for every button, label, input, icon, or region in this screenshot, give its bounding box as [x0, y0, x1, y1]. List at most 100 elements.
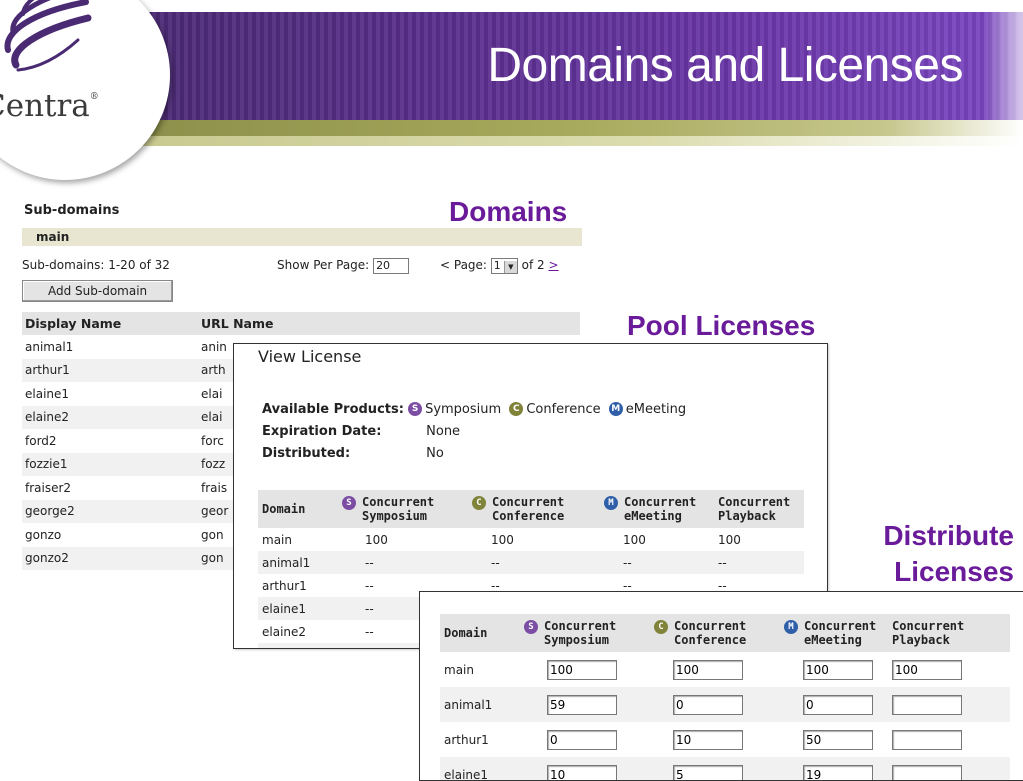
display-name-cell[interactable]: gonzo: [22, 523, 198, 547]
per-page-input[interactable]: 20: [373, 258, 409, 274]
emeeting-input[interactable]: [803, 765, 873, 781]
current-domain-bar: main: [22, 228, 582, 246]
show-per-page-label: Show Per Page:: [277, 258, 369, 272]
add-subdomain-button[interactable]: Add Sub-domain: [22, 280, 173, 302]
expiration-value: None: [426, 424, 460, 439]
display-name-cell[interactable]: arthur1: [22, 359, 198, 383]
product-symposium: Symposium: [425, 402, 501, 417]
playback-input[interactable]: [892, 730, 962, 750]
slide-title: Domains and Licenses: [487, 38, 963, 93]
symposium-input[interactable]: [547, 695, 617, 715]
product-conference: Conference: [526, 402, 600, 417]
header-stripe: [120, 120, 1023, 136]
symposium-input[interactable]: [547, 765, 617, 781]
available-products-label: Available Products:: [262, 399, 404, 421]
page-label: < Page:: [440, 258, 487, 272]
table-header-row: Display Name URL Name: [22, 312, 580, 335]
emeeting-input[interactable]: [803, 695, 873, 715]
pager: Sub-domains: 1-20 of 32 Show Per Page: 2…: [22, 252, 582, 278]
page-of-text: of 2: [522, 258, 545, 272]
c-circle-icon: C: [654, 620, 668, 634]
distribute-license-panel: Domain SConcurrentSymposium CConcurrentC…: [419, 591, 1023, 781]
display-name-cell[interactable]: animal1: [22, 335, 198, 359]
display-name-cell[interactable]: fraiser2: [22, 476, 198, 500]
display-name-cell[interactable]: george2: [22, 500, 198, 524]
display-name-cell[interactable]: fozzie1: [22, 453, 198, 477]
symposium-input[interactable]: [547, 730, 617, 750]
c-circle-icon: C: [472, 496, 486, 510]
col-concurrent-playback: ConcurrentPlayback: [717, 490, 804, 528]
conference-cell: --: [471, 551, 603, 574]
distributed-row: Distributed: No: [262, 443, 686, 465]
product-emeeting: eMeeting: [626, 402, 686, 417]
domain-cell: main: [258, 528, 341, 551]
conference-input[interactable]: [673, 730, 743, 750]
emeeting-input[interactable]: [803, 660, 873, 680]
symposium-cell: --: [341, 551, 471, 574]
playback-input[interactable]: [892, 695, 962, 715]
display-name-cell[interactable]: ford2: [22, 429, 198, 453]
display-name-cell[interactable]: gonzo2: [22, 547, 198, 571]
playback-input[interactable]: [892, 765, 962, 781]
table-header-row: Domain SConcurrentSymposium CConcurrentC…: [440, 614, 1010, 652]
s-circle-icon: S: [342, 496, 356, 510]
show-per-page: Show Per Page: 20: [277, 252, 409, 278]
page-select[interactable]: 1▼: [491, 258, 518, 274]
range-text: Sub-domains: 1-20 of 32: [22, 258, 170, 272]
expiration-row: Expiration Date: None: [262, 421, 686, 443]
centra-logo: Centra®: [0, 0, 170, 180]
license-properties: Available Products: SSymposium CConferen…: [262, 399, 686, 465]
header-stripe-light: [120, 136, 1023, 146]
domain-cell: arthur1: [258, 574, 341, 597]
view-license-title: View License: [258, 347, 361, 366]
distributed-value: No: [426, 446, 444, 461]
conference-input[interactable]: [673, 695, 743, 715]
table-row: animal1 -- -- -- --: [258, 551, 804, 574]
col-domain: Domain: [258, 490, 341, 528]
domain-cell: animal1: [258, 551, 341, 574]
callout-pool-licenses: Pool Licenses: [627, 308, 815, 344]
logo-wordmark: Centra®: [0, 88, 99, 124]
playback-input[interactable]: [892, 660, 962, 680]
page-selector: < Page: 1▼ of 2 >: [440, 252, 559, 278]
display-name-cell[interactable]: elaine1: [22, 382, 198, 406]
subdomains-title: Sub-domains: [24, 198, 582, 218]
domain-cell: arthur1: [440, 722, 523, 757]
callout-distribute-licenses: Distribute Licenses: [883, 518, 1014, 590]
domain-cell: elaine2: [258, 620, 341, 643]
col-concurrent-emeeting: MConcurrenteMeeting: [603, 490, 717, 528]
chevron-down-icon: ▼: [504, 261, 517, 273]
emeeting-cell: 100: [603, 528, 717, 551]
col-domain: Domain: [440, 614, 523, 652]
display-name-cell[interactable]: elaine2: [22, 406, 198, 430]
m-circle-icon: M: [604, 496, 618, 510]
playback-cell: 100: [717, 528, 804, 551]
conference-input[interactable]: [673, 660, 743, 680]
centra-swirl-icon: [0, 0, 98, 85]
callout-distribute-line2: Licenses: [883, 554, 1014, 590]
emeeting-input[interactable]: [803, 730, 873, 750]
distributed-label: Distributed:: [262, 443, 422, 465]
next-page-link[interactable]: >: [548, 258, 558, 272]
col-display-name[interactable]: Display Name: [22, 312, 198, 335]
page-select-value: 1: [494, 259, 501, 272]
s-circle-icon: S: [408, 402, 422, 416]
col-url-name[interactable]: URL Name: [198, 312, 580, 335]
m-circle-icon: M: [609, 402, 623, 416]
symposium-cell: 100: [341, 528, 471, 551]
available-products-row: Available Products: SSymposium CConferen…: [262, 399, 686, 421]
col-concurrent-emeeting: MConcurrenteMeeting: [783, 614, 891, 652]
conference-cell: 100: [471, 528, 603, 551]
symposium-input[interactable]: [547, 660, 617, 680]
table-row: elaine1: [440, 757, 1010, 781]
domain-cell: elaine1: [440, 757, 523, 781]
domain-cell: main: [440, 652, 523, 687]
table-row: main 100 100 100 100: [258, 528, 804, 551]
col-concurrent-playback: ConcurrentPlayback: [891, 614, 1010, 652]
col-concurrent-conference: CConcurrentConference: [471, 490, 603, 528]
domain-cell: elaine1: [258, 597, 341, 620]
emeeting-cell: --: [603, 551, 717, 574]
callout-distribute-line1: Distribute: [883, 518, 1014, 554]
conference-input[interactable]: [673, 765, 743, 781]
c-circle-icon: C: [509, 402, 523, 416]
